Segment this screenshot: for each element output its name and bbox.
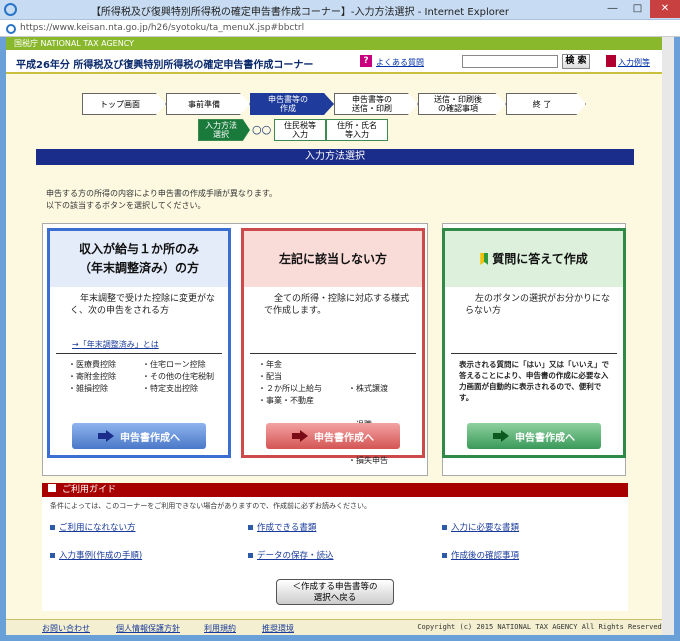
guide-link-documents[interactable]: 作成できる書類: [248, 521, 316, 533]
bullet-icon: [442, 525, 447, 530]
card-qa-heading-wrap: 質問に答えて作成: [445, 231, 623, 287]
list-item: ・損失申告: [348, 456, 388, 465]
list-item: ・雑損控除: [68, 384, 108, 393]
guide-link-required[interactable]: 入力に必要な書類: [442, 521, 519, 533]
address-bar[interactable]: https://www.keisan.nta.go.jp/h26/syotoku…: [0, 20, 680, 37]
cards-container: 収入が給与１か所のみ （年末調整済み）の方 年末調整で受けた控除に変更がなく、次…: [42, 223, 428, 501]
footer-link-environment[interactable]: 推奨環境: [262, 623, 294, 634]
list-item: ・株式譲渡: [348, 384, 388, 393]
minimize-button[interactable]: ―: [600, 0, 625, 18]
create-return-button-other[interactable]: 申告書作成へ: [266, 423, 400, 449]
bullet-icon: [442, 553, 447, 558]
card-qa-note: 表示される質問に「はい」又は「いいえ」で答えることにより、申告書の作成に必要な入…: [459, 360, 609, 402]
page-icon: [6, 24, 16, 34]
bullet-icon: [248, 525, 253, 530]
bullet-icon: [50, 525, 55, 530]
guide-link-save-load[interactable]: データの保存・読込: [248, 549, 334, 561]
card-other-heading: 左記に該当しない方: [244, 231, 422, 287]
beginner-mark-icon: [480, 253, 489, 265]
section-title: 入力方法選択: [36, 149, 634, 165]
arrow-right-icon: [98, 430, 114, 442]
card-qa-desc: 左のボタンの選択がお分かりにならない方: [465, 294, 611, 316]
create-return-button-qa[interactable]: 申告書作成へ: [467, 423, 601, 449]
card-other-list-left: ・年金 ・配当 ・２か所以上給与 ・事業・不動産: [258, 359, 322, 407]
input-example-link[interactable]: 入力例等: [618, 57, 650, 68]
footer: お問い合わせ 個人情報保護方針 利用規約 推奨環境 Copyright (c) …: [6, 619, 674, 635]
button-label: 申告書作成へ: [515, 432, 575, 444]
bullet-icon: [248, 553, 253, 558]
search-input[interactable]: [462, 55, 558, 68]
guide-link-after[interactable]: 作成後の確認事項: [442, 549, 519, 561]
card-other: 左記に該当しない方 全ての所得・控除に対応する様式で作成します。 ・年金 ・配当…: [241, 228, 425, 501]
question-icon: ?: [360, 55, 372, 67]
arrow-right-icon: [493, 430, 509, 442]
step-create: 申告書等の 作成: [250, 93, 334, 115]
divider: [250, 353, 416, 354]
site-title: 平成26年分 所得税及び復興特別所得税の確定申告書作成コーナー: [16, 60, 314, 71]
card-salary-list-right: ・住宅ローン控除 ・その他の住宅税制 ・特定支出控除: [142, 359, 214, 395]
guide-link-unavailable[interactable]: ご利用になれない方: [50, 521, 136, 533]
card-salary-only: 収入が給与１か所のみ （年末調整済み）の方 年末調整で受けた控除に変更がなく、次…: [47, 228, 231, 458]
step-confirm: 送信・印刷後 の確認事項: [418, 93, 506, 115]
list-item: ・配当: [258, 372, 282, 381]
card-qa-heading: 質問に答えて作成: [492, 251, 588, 266]
button-label: 申告書作成へ: [120, 432, 180, 444]
search-button[interactable]: 検 索: [562, 54, 590, 69]
maximize-button[interactable]: □: [625, 0, 650, 18]
list-item: ・医療費控除: [68, 360, 116, 369]
list-item: ・事業・不動産: [258, 396, 314, 405]
card-other-desc: 全ての所得・控除に対応する様式で作成します。: [264, 294, 410, 316]
year-end-adjust-link[interactable]: →「年末調整済み」とは: [72, 339, 159, 350]
list-item: ・特定支出控除: [142, 384, 198, 393]
footer-link-terms[interactable]: 利用規約: [204, 623, 236, 634]
step-end: 終 了: [506, 93, 586, 115]
page-content: 国税庁 NATIONAL TAX AGENCY 平成26年分 所得税及び復興特別…: [6, 37, 674, 635]
list-item: ・住宅ローン控除: [142, 360, 206, 369]
button-label: 申告書作成へ: [314, 432, 374, 444]
card-salary-heading: 収入が給与１か所のみ （年末調整済み）の方: [50, 231, 228, 287]
card-salary-desc: 年末調整で受けた控除に変更がなく、次の申告をされる方: [70, 294, 216, 316]
intro-line-2: 以下の該当するボタンを選択してください。: [46, 201, 206, 210]
footer-link-contact[interactable]: お問い合わせ: [42, 623, 90, 634]
guide-note: 条件によっては、このコーナーをご利用できない場合がありますので、作成前に必ずお読…: [50, 502, 372, 510]
close-button[interactable]: ✕: [650, 0, 680, 18]
site-header: 平成26年分 所得税及び復興特別所得税の確定申告書作成コーナー ? よくある質問…: [6, 50, 674, 74]
arrow-right-icon: [292, 430, 308, 442]
scrollbar[interactable]: [662, 37, 674, 635]
book-icon: [606, 55, 616, 67]
guide-title-bar: ご利用ガイド: [42, 483, 628, 497]
agency-banner: 国税庁 NATIONAL TAX AGENCY: [6, 37, 674, 50]
step-top: トップ画面: [82, 93, 166, 115]
list-item: ・２か所以上給与: [258, 384, 322, 393]
bullet-icon: [50, 553, 55, 558]
card-qa-container: 質問に答えて作成 左のボタンの選択がお分かりにならない方 表示される質問に「はい…: [442, 223, 626, 476]
url-text[interactable]: https://www.keisan.nta.go.jp/h26/syotoku…: [20, 23, 304, 33]
guide-title: ご利用ガイド: [62, 485, 117, 495]
list-item: ・その他の住宅税制: [142, 372, 214, 381]
list-item: ・年金: [258, 360, 282, 369]
substep-resident-tax: 住民税等 入力: [274, 119, 326, 141]
square-icon: [48, 484, 56, 492]
faq-link[interactable]: よくある質問: [376, 57, 424, 68]
footer-link-privacy[interactable]: 個人情報保護方針: [116, 623, 180, 634]
substep-input-method: 入力方法 選択: [198, 119, 250, 141]
divider: [56, 353, 222, 354]
card-salary-list-left: ・医療費控除 ・寄附金控除 ・雑損控除: [68, 359, 116, 395]
window-titlebar: 【所得税及び復興特別所得税の確定申告書作成コーナー】-入力方法選択 - Inte…: [0, 0, 680, 20]
divider: [451, 353, 617, 354]
window-title: 【所得税及び復興特別所得税の確定申告書作成コーナー】-入力方法選択 - Inte…: [90, 7, 510, 18]
card-qa: 質問に答えて作成 左のボタンの選択がお分かりにならない方 表示される質問に「はい…: [442, 228, 626, 458]
intro-line-1: 申告する方の所得の内容により申告書の作成手順が異なります。: [46, 189, 278, 198]
step-prep: 事前準備: [166, 93, 250, 115]
substep-address: 住所・氏名 等入力: [326, 119, 388, 141]
list-item: ・寄附金控除: [68, 372, 116, 381]
back-button[interactable]: ＜作成する申告書等の 選択へ戻る: [276, 579, 394, 605]
guide-link-examples[interactable]: 入力事例(作成の手順): [50, 549, 142, 561]
copyright: Copyright (c) 2015 NATIONAL TAX AGENCY A…: [417, 623, 666, 631]
progress-dots-icon: ○○: [252, 123, 272, 136]
create-return-button-salary[interactable]: 申告書作成へ: [72, 423, 206, 449]
step-send: 申告書等の 送信・印刷: [334, 93, 418, 115]
